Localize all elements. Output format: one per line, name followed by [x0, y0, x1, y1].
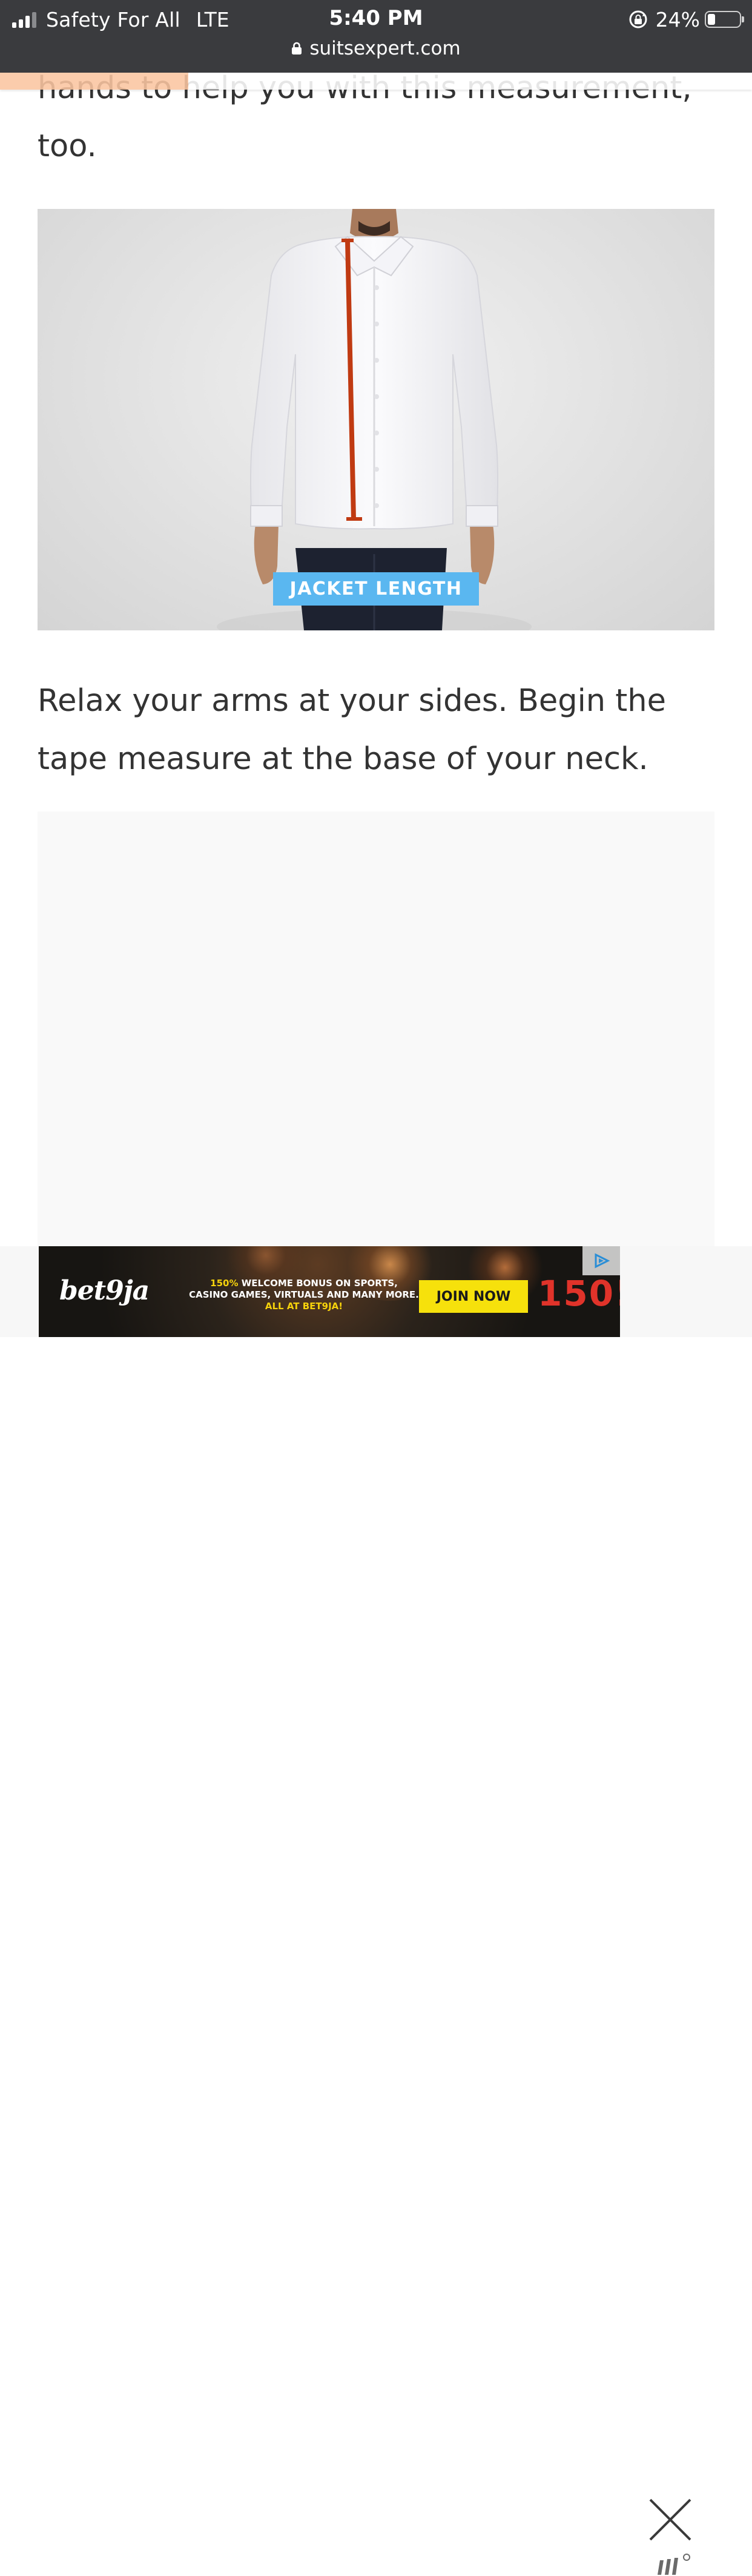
ad-line: WELCOME BONUS ON SPORTS, [241, 1278, 398, 1289]
reading-progress-bar [0, 73, 752, 90]
ad-placeholder [38, 811, 714, 1246]
article-paragraph: Relax your arms at your sides. Begin the… [38, 683, 666, 777]
ad-copy: 150% WELCOME BONUS ON SPORTS, CASINO GAM… [171, 1278, 437, 1312]
address-bar[interactable]: suitsexpert.com [0, 35, 752, 62]
rotation-lock-icon [629, 10, 647, 28]
reading-progress-fill [0, 73, 188, 90]
ad-network-logo [658, 2554, 690, 2575]
article-page: hands to help you with this measurement,… [0, 73, 752, 1246]
ad-join-button[interactable]: JOIN NOW [419, 1280, 528, 1313]
status-right: 24% [628, 6, 744, 33]
battery-percent: 24% [655, 7, 700, 31]
battery-fill [708, 14, 715, 25]
ad-line: ALL AT BET9JA! [265, 1301, 343, 1312]
adchoices-icon[interactable] [582, 1246, 620, 1275]
sticky-ad-bar: bet9ja 150% WELCOME BONUS ON SPORTS, CAS… [0, 1246, 752, 2575]
ad-banner[interactable]: bet9ja 150% WELCOME BONUS ON SPORTS, CAS… [39, 1246, 620, 1337]
battery-nub [742, 16, 744, 22]
ad-highlight: 150% [210, 1278, 239, 1289]
ad-big-number: 150! [538, 1273, 620, 1314]
status-bar: Safety For All LTE 5:40 PM 24% suitsexpe… [0, 0, 752, 73]
ad-line: CASINO GAMES, VIRTUALS AND MANY MORE. [189, 1289, 419, 1300]
battery-icon [705, 11, 744, 28]
url-text[interactable]: suitsexpert.com [309, 38, 460, 59]
measuring-tape-line [341, 239, 362, 521]
jacket-length-figure: JACKET LENGTH [38, 209, 714, 630]
close-icon[interactable] [648, 2497, 693, 2542]
ad-brand-logo: bet9ja [59, 1275, 150, 1306]
figure-label: JACKET LENGTH [273, 572, 479, 606]
padlock-icon [292, 42, 302, 54]
